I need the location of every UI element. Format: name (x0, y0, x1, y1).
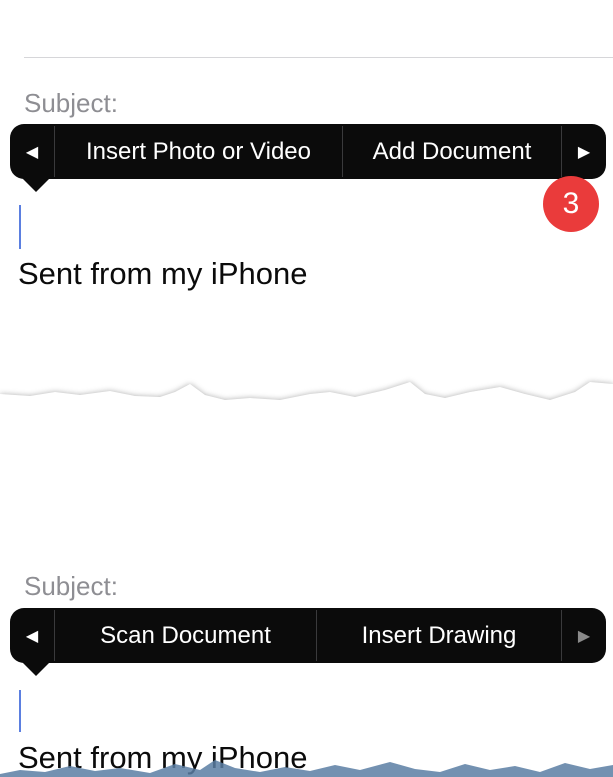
signature-text[interactable]: Sent from my iPhone (18, 256, 307, 292)
header-divider (24, 57, 613, 58)
add-document-button[interactable]: Add Document (343, 124, 561, 179)
popup-tail (22, 662, 50, 676)
text-cursor (19, 205, 21, 249)
insert-photo-or-video-button[interactable]: Insert Photo or Video (55, 124, 342, 179)
torn-edge (0, 382, 613, 430)
clipped-recipient-row (22, 0, 582, 14)
triangle-right-icon[interactable]: ▶ (562, 608, 606, 663)
step-badge: 3 (543, 176, 599, 232)
triangle-right-icon[interactable]: ▶ (562, 124, 606, 179)
triangle-left-icon[interactable]: ◀ (10, 124, 54, 179)
scan-document-button[interactable]: Scan Document (55, 608, 316, 663)
popup-tail (22, 178, 50, 192)
insert-drawing-button[interactable]: Insert Drawing (317, 608, 561, 663)
torn-edge (0, 760, 613, 777)
subject-label: Subject: (24, 571, 118, 601)
triangle-left-icon[interactable]: ◀ (10, 608, 54, 663)
subject-label: Subject: (24, 88, 118, 118)
edit-menu-popup: ◀ Insert Photo or Video Add Document ▶ (10, 124, 606, 192)
text-cursor (19, 690, 21, 732)
edit-menu-popup: ◀ Scan Document Insert Drawing ▶ (10, 608, 606, 676)
